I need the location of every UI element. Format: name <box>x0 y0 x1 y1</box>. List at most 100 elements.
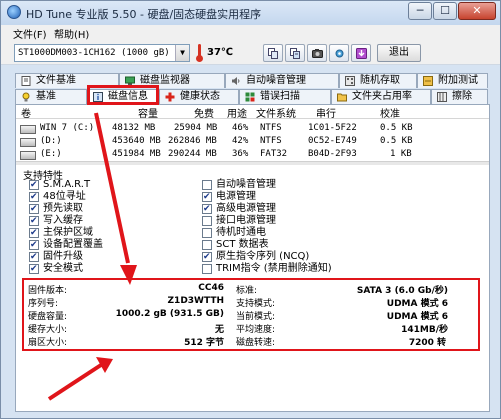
serial-label: 序列号: <box>28 299 59 309</box>
tab-folder-usage[interactable]: 文件夹占用率 <box>331 89 431 104</box>
current-mode-value: UDMA 模式 6 <box>386 312 448 322</box>
volume-filesystem: NTFS <box>260 123 282 133</box>
bulb-icon <box>22 92 30 102</box>
volume-usage: 36% <box>232 149 249 159</box>
feature-label: 写入缓存 <box>43 215 83 226</box>
minimize-button[interactable]: ─ <box>408 2 432 20</box>
tab-label: 文件基准 <box>36 75 76 86</box>
speaker-icon <box>232 77 240 85</box>
col-serial[interactable]: 串行 <box>316 105 336 120</box>
volume-capacity: 48132 MB <box>112 123 156 133</box>
file-icon <box>21 76 31 86</box>
volume-free: 262846 MB <box>168 136 217 146</box>
volume-serial: B04D-2F93 <box>308 149 357 159</box>
toolbar: ST1000DM003-1CH162 (1000 gB) ▼ 37℃ 退出 <box>1 41 500 65</box>
checkbox <box>29 239 39 251</box>
menu-file[interactable]: 文件(F) <box>13 26 47 41</box>
col-capacity[interactable]: 容量 <box>138 105 158 120</box>
copy-all-button[interactable] <box>285 44 305 62</box>
tab-error-scan[interactable]: 错误扫描 <box>239 89 331 104</box>
feature-power-up-standby: 待机时通电 <box>202 227 266 239</box>
firmware-value: CC46 <box>198 283 224 293</box>
col-volume[interactable]: 卷 <box>21 105 31 120</box>
table-row[interactable]: (D:) 453640 MB 262846 MB 42% NTFS 0C52-E… <box>16 136 489 150</box>
col-alignment[interactable]: 校准 <box>380 105 400 120</box>
drive-select[interactable]: ST1000DM003-1CH162 (1000 gB) ▼ <box>14 44 190 62</box>
exit-button[interactable]: 退出 <box>377 44 421 62</box>
tab-noise-management[interactable]: 自动噪音管理 <box>225 73 339 88</box>
disk-info-panel: 卷 容量 免费 用途 文件系统 串行 校准 WIN 7 (C:) 48132 M… <box>15 104 490 412</box>
close-button[interactable]: ✕ <box>458 2 496 20</box>
feature-label: TRIM指令 (禁用删除通知) <box>216 263 332 274</box>
tab-extra-tests[interactable]: 附加测试 <box>417 73 488 88</box>
capacity-value: 1000.2 gB (931.5 GB) <box>115 309 224 319</box>
checkbox <box>202 228 212 238</box>
feature-aam: 自动噪音管理 <box>202 179 276 191</box>
checkbox <box>29 191 39 203</box>
random-icon <box>345 76 355 86</box>
rpm-value: 7200 转 <box>408 338 446 348</box>
tab-row-top: 文件基准 磁盘监视器 自动噪音管理 随机存取 附加测试 <box>15 73 488 88</box>
feature-label: 自动噪音管理 <box>216 179 276 190</box>
col-free[interactable]: 免费 <box>194 105 214 120</box>
checkbox <box>29 179 39 191</box>
checkbox <box>29 263 39 275</box>
table-row[interactable]: WIN 7 (C:) 48132 MB 25904 MB 46% NTFS 1C… <box>16 123 489 137</box>
feature-label: 接口电源管理 <box>216 215 276 226</box>
checkbox <box>202 251 212 263</box>
maximize-button[interactable]: ☐ <box>433 2 457 20</box>
thermometer-icon <box>195 44 203 62</box>
temperature-readout: 37℃ <box>207 47 234 58</box>
chevron-down-icon[interactable]: ▼ <box>175 45 189 61</box>
drive-icon <box>20 125 36 134</box>
download-icon <box>356 48 367 59</box>
standard-label: 标准: <box>236 286 258 296</box>
feature-apm: 高级电源管理 <box>202 203 276 215</box>
feature-label: 高级电源管理 <box>216 203 276 214</box>
horizontal-scrollbar[interactable] <box>16 161 489 165</box>
tab-label: 文件夹占用率 <box>352 91 412 102</box>
options-button[interactable] <box>329 44 349 62</box>
menu-help[interactable]: 帮助(H) <box>54 26 89 41</box>
feature-write-cache: 写入缓存 <box>29 215 83 227</box>
tab-label: 自动噪音管理 <box>246 75 306 86</box>
plus-icon <box>165 92 175 102</box>
copy-button[interactable] <box>263 44 283 62</box>
tab-label: 错误扫描 <box>260 91 300 102</box>
folder-icon <box>337 93 347 102</box>
feature-label: 电源管理 <box>216 191 256 202</box>
feature-security-mode: 安全模式 <box>29 263 83 275</box>
drive-icon <box>20 138 36 147</box>
checkbox <box>29 215 39 227</box>
volume-usage: 42% <box>232 136 249 146</box>
volume-alignment: 0.5 KB <box>380 123 413 133</box>
checkbox <box>202 240 212 250</box>
tab-label: 随机存取 <box>360 75 400 86</box>
avg-speed-value: 141MB/秒 <box>401 325 448 335</box>
screenshot-button[interactable] <box>307 44 327 62</box>
col-usage[interactable]: 用途 <box>227 105 247 120</box>
save-button[interactable] <box>351 44 371 62</box>
col-filesystem[interactable]: 文件系统 <box>256 105 296 120</box>
disk-info-tab-highlight <box>87 85 159 105</box>
tab-label: 健康状态 <box>180 91 220 102</box>
tab-health[interactable]: 健康状态 <box>159 89 239 104</box>
grid-icon <box>245 92 255 102</box>
volume-capacity: 451984 MB <box>112 149 161 159</box>
feature-trim: TRIM指令 (禁用删除通知) <box>202 263 332 275</box>
tab-random-access[interactable]: 随机存取 <box>339 73 417 88</box>
disk-details-highlight: 固件版本: CC46 序列号: Z1D3WTTH 硬盘容量: 1000.2 gB… <box>22 278 480 351</box>
title-bar: HD Tune 专业版 5.50 - 硬盘/固态硬盘实用程序 ─ ☐ ✕ <box>1 1 500 25</box>
volume-filesystem: FAT32 <box>260 149 288 159</box>
rpm-label: 磁盘转速: <box>236 338 276 348</box>
tab-erase[interactable]: 擦除 <box>431 89 488 104</box>
feature-label: 主保护区域 <box>43 227 93 238</box>
feature-hpa: 主保护区域 <box>29 227 93 239</box>
drive-select-value: ST1000DM003-1CH162 (1000 gB) <box>18 48 170 58</box>
extra-tests-icon <box>423 76 433 86</box>
standard-value: SATA 3 (6.0 Gb/秒) <box>356 286 448 296</box>
tab-benchmark[interactable]: 基准 <box>15 89 87 104</box>
feature-sct-tables: SCT 数据表 <box>202 239 269 251</box>
avg-speed-label: 平均速度: <box>236 325 276 335</box>
volume-capacity: 453640 MB <box>112 136 161 146</box>
